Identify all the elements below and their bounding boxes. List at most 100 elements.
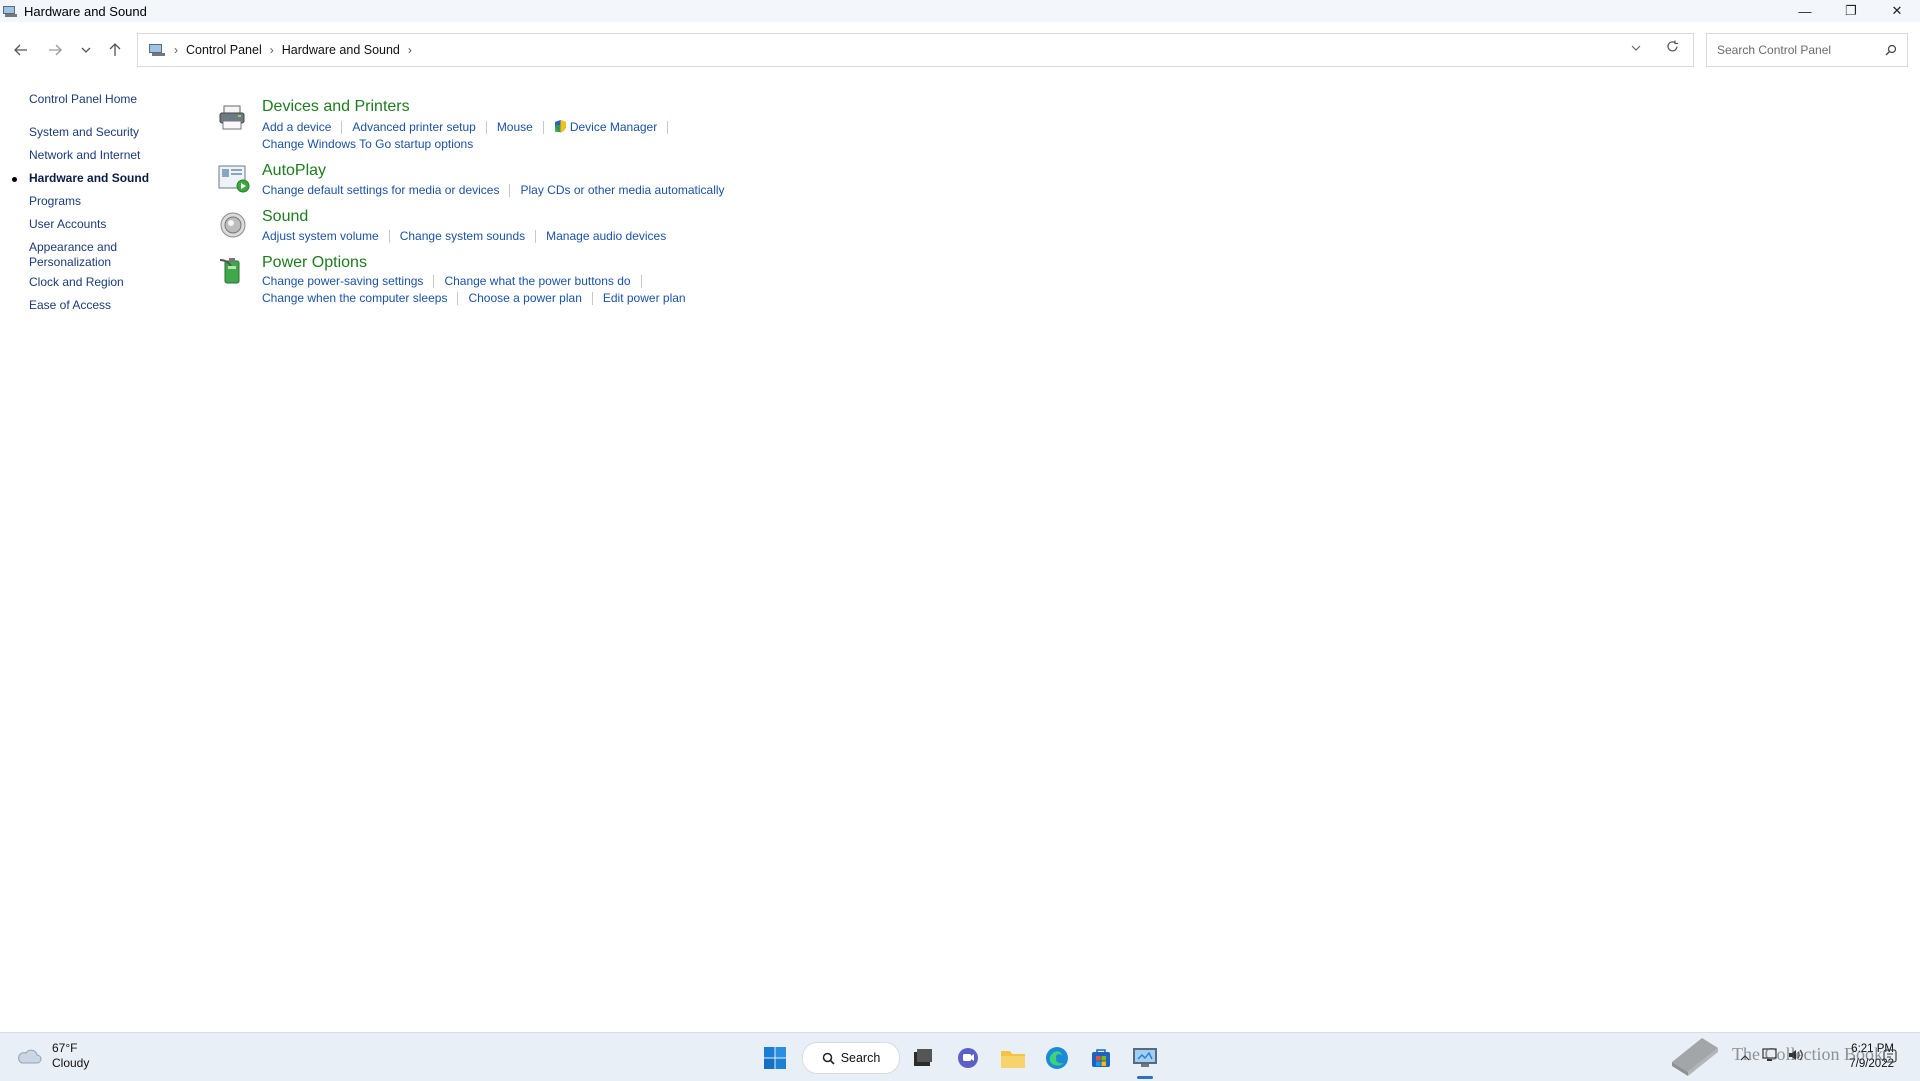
control-panel-icon [148,43,166,57]
speaker-icon [218,210,248,240]
chevron-right-icon[interactable]: › [270,43,274,57]
chat-icon [958,1048,978,1068]
device-manager-link[interactable]: Device Manager [570,120,657,134]
control-panel-icon [1133,1048,1157,1067]
arrow-up-icon [109,43,121,56]
up-button[interactable] [104,39,126,61]
nav-system-and-security[interactable]: System and Security [29,125,139,140]
arrow-left-icon [14,44,27,56]
link-separator [341,121,343,135]
forward-button[interactable] [44,39,66,61]
change-system-sounds-link[interactable]: Change system sounds [400,229,525,243]
watermark: The Collection Book [1668,1030,1918,1080]
play-cds-automatically-link[interactable]: Play CDs or other media automatically [520,183,724,197]
back-button[interactable] [10,39,32,61]
store-icon [1092,1049,1110,1067]
title-bar: Hardware and Sound — ❐ ✕ [0,0,1920,22]
sound-links-row1: Adjust system volume Change system sounds… [262,229,666,244]
mouse-link[interactable]: Mouse [497,120,533,134]
devices-and-printers-links-row1: Add a device Advanced printer setup Mouse D… [262,119,678,135]
adjust-system-volume-link[interactable]: Adjust system volume [262,229,379,243]
nav-ease-of-access[interactable]: Ease of Access [29,298,111,313]
printer-icon [218,104,248,134]
link-separator [433,275,435,289]
teams-chat-button[interactable] [952,1042,984,1074]
control-panel-taskbar-button[interactable] [1129,1042,1161,1074]
change-windows-to-go-startup-options-link[interactable]: Change Windows To Go startup options [262,137,473,151]
window-title: Hardware and Sound [24,3,147,19]
nav-user-accounts[interactable]: User Accounts [29,217,106,232]
weather-description: Cloudy [52,1056,90,1070]
nav-programs[interactable]: Programs [29,194,81,209]
edit-power-plan-link[interactable]: Edit power plan [603,291,686,305]
nav-appearance-and-personalization-line1[interactable]: Appearance and [29,240,117,255]
power-options-icon [218,254,248,284]
chevron-right-icon: › [174,43,178,57]
weather-temperature: 67°F [52,1041,78,1055]
chevron-down-icon [1631,45,1641,51]
change-power-saving-settings-link[interactable]: Change power-saving settings [262,274,423,288]
task-view-icon [914,1049,932,1066]
link-separator [535,230,537,244]
chevron-right-icon[interactable]: › [408,43,412,57]
devices-and-printers-links-row2: Change Windows To Go startup options [262,137,473,151]
power-options-links-row1: Change power-saving settings Change what … [262,274,652,289]
edge-icon [1046,1047,1068,1069]
weather-widget[interactable]: 67°F Cloudy [16,1041,89,1071]
address-dropdown-button[interactable] [1631,42,1641,54]
current-page-bullet [12,177,17,182]
book-icon [1672,1038,1718,1076]
microsoft-store-button[interactable] [1085,1042,1117,1074]
close-button[interactable]: ✕ [1874,0,1920,22]
breadcrumb-hardware-and-sound[interactable]: Hardware and Sound [282,43,400,57]
search-box[interactable] [1706,33,1908,67]
task-view-button[interactable] [907,1042,939,1074]
power-options-title[interactable]: Power Options [262,254,367,272]
recent-locations-button[interactable] [75,39,97,61]
sound-title[interactable]: Sound [262,208,308,226]
choose-a-power-plan-link[interactable]: Choose a power plan [468,291,581,305]
minimize-button[interactable]: — [1782,0,1828,22]
link-separator [640,275,642,289]
devices-and-printers-title[interactable]: Devices and Printers [262,98,410,116]
windows-logo-icon [764,1047,786,1069]
file-explorer-button[interactable] [997,1042,1029,1074]
link-separator [457,292,459,306]
nav-hardware-and-sound[interactable]: Hardware and Sound [29,171,149,186]
edge-browser-button[interactable] [1041,1042,1073,1074]
nav-clock-and-region[interactable]: Clock and Region [29,275,124,290]
nav-network-and-internet[interactable]: Network and Internet [29,148,140,163]
link-separator [509,184,511,198]
link-separator [591,292,593,306]
refresh-button[interactable] [1666,40,1679,56]
control-panel-icon [2,4,18,18]
search-input[interactable] [1715,42,1879,58]
shield-icon [554,120,566,133]
autoplay-links-row1: Change default settings for media or dev… [262,183,725,198]
arrow-right-icon [49,44,62,56]
link-separator [542,121,544,135]
link-separator [485,121,487,135]
cloud-icon [18,1049,42,1064]
restore-button[interactable]: ❐ [1828,0,1874,22]
advanced-printer-setup-link[interactable]: Advanced printer setup [352,120,475,134]
link-separator [388,230,390,244]
taskbar-search-label: Search [840,1051,881,1065]
manage-audio-devices-link[interactable]: Manage audio devices [546,229,666,243]
search-icon [822,1052,835,1065]
nav-control-panel-home[interactable]: Control Panel Home [29,92,137,107]
start-button[interactable] [759,1042,791,1074]
power-options-links-row2: Change when the computer sleeps Choose a … [262,291,686,306]
change-default-settings-link[interactable]: Change default settings for media or dev… [262,183,499,197]
search-icon[interactable] [1885,43,1897,61]
change-when-computer-sleeps-link[interactable]: Change when the computer sleeps [262,291,447,305]
breadcrumb-control-panel[interactable]: Control Panel [186,43,262,57]
taskbar-search-button[interactable]: Search [802,1042,900,1074]
address-bar[interactable]: › Control Panel › Hardware and Sound › [137,33,1694,67]
nav-appearance-and-personalization-line2[interactable]: Personalization [29,255,111,270]
add-a-device-link[interactable]: Add a device [262,120,331,134]
link-separator [667,121,669,135]
taskbar: 67°F Cloudy Search 6:21 PM 7/9/2022 [0,1032,1920,1081]
autoplay-title[interactable]: AutoPlay [262,162,326,180]
change-power-buttons-link[interactable]: Change what the power buttons do [444,274,630,288]
